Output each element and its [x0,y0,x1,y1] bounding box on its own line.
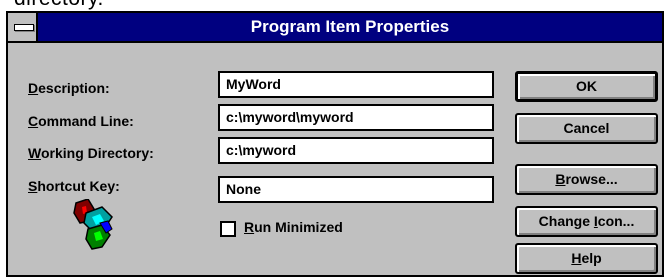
background-caption-text: directory. [14,0,104,11]
dialog-title: Program Item Properties [250,17,450,36]
system-menu-bar-glyph [14,24,34,31]
description-field[interactable]: MyWord [218,71,494,98]
program-item-properties-dialog: Program Item Properties Description: Com… [6,11,664,277]
system-menu-icon[interactable] [8,13,38,41]
ok-button[interactable]: OK [515,71,658,102]
shortcut-key-label: Shortcut Key: [28,178,120,194]
description-label: Description: [28,80,110,96]
help-button[interactable]: Help [515,243,658,274]
title-bar: Program Item Properties [8,13,662,43]
run-minimized-checkbox[interactable] [220,221,236,237]
dialog-body: Description: Command Line: Working Direc… [8,43,662,275]
run-minimized-label[interactable]: Run Minimized [244,219,343,235]
working-directory-field[interactable]: c:\myword [218,137,494,164]
command-line-label: Command Line: [28,113,134,129]
change-icon-button[interactable]: Change Icon... [515,206,658,237]
shortcut-key-field[interactable]: None [218,176,494,203]
browse-button[interactable]: Browse... [515,164,658,195]
program-icon [73,199,113,250]
working-directory-label: Working Directory: [28,145,154,161]
command-line-field[interactable]: c:\myword\myword [218,104,494,131]
cancel-button[interactable]: Cancel [515,113,658,144]
